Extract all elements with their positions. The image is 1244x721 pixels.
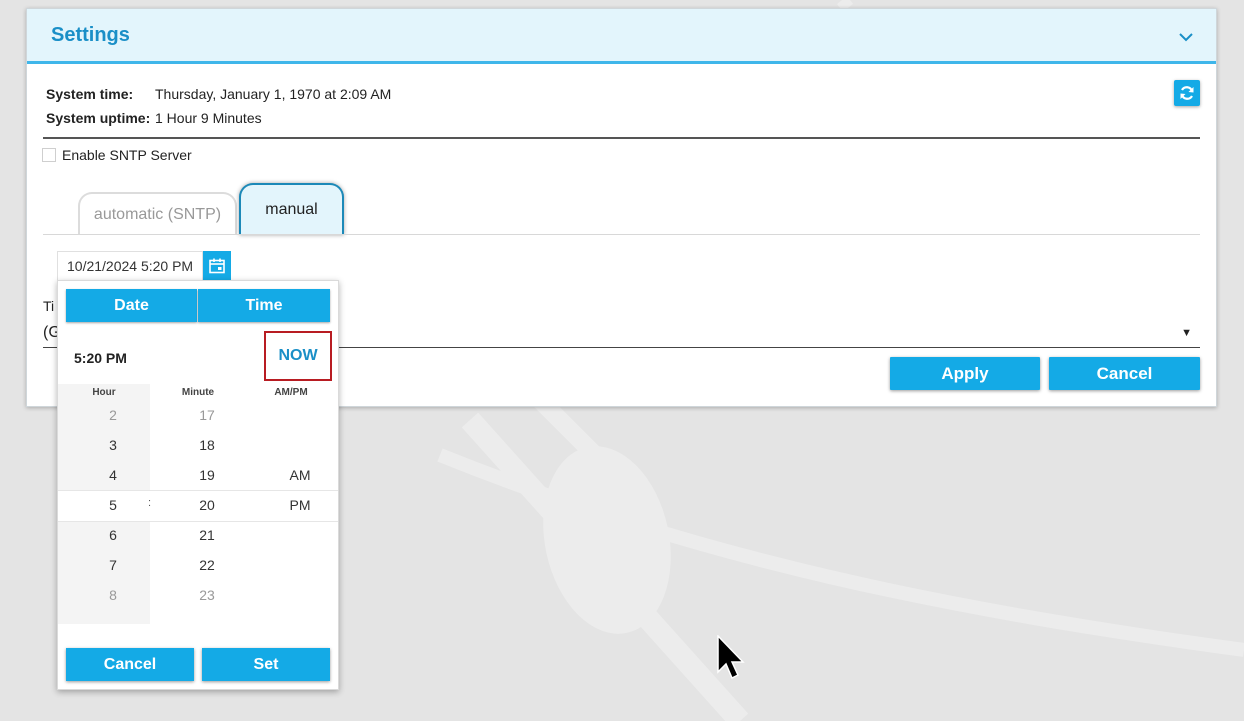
picker-cancel-button[interactable]: Cancel [66,648,194,681]
sntp-checkbox-label[interactable]: Enable SNTP Server [62,147,192,163]
cancel-button[interactable]: Cancel [1049,357,1200,390]
tabs-divider [43,234,1200,235]
refresh-icon [1180,86,1194,100]
system-time-value: Thursday, January 1, 1970 at 2:09 AM [155,86,392,102]
apply-button[interactable]: Apply [890,357,1040,390]
now-button[interactable]: NOW [264,331,332,381]
system-time-label: System time: [46,86,134,102]
picker-current-time: 5:20 PM [74,350,127,366]
picker-tab-date[interactable]: Date [66,289,197,322]
dropdown-arrow-icon: ▼ [1181,327,1192,339]
pm-option-selected[interactable]: PM [270,497,330,513]
minute-option[interactable]: 17 [177,407,237,423]
am-option[interactable]: AM [270,467,330,483]
tab-automatic-sntp[interactable]: automatic (SNTP) [78,192,237,235]
hour-option[interactable]: 7 [83,557,143,573]
hour-option[interactable]: 2 [83,407,143,423]
hour-option-selected[interactable]: 5 [83,497,143,513]
minute-option[interactable]: 23 [177,587,237,603]
minute-option[interactable]: 22 [177,557,237,573]
minute-option[interactable]: 19 [177,467,237,483]
system-uptime-value: 1 Hour 9 Minutes [155,110,262,126]
timezone-label: Ti [43,298,55,314]
minute-option-selected[interactable]: 20 [177,497,237,513]
picker-tab-time[interactable]: Time [198,289,330,322]
time-separator: : [148,497,152,509]
datetime-picker: Date Time 5:20 PM NOW : Hour Minute AM/P… [57,280,339,690]
minute-option[interactable]: 18 [177,437,237,453]
sntp-checkbox[interactable] [42,148,56,162]
refresh-button[interactable] [1174,80,1200,106]
hour-option[interactable]: 4 [83,467,143,483]
picker-set-button[interactable]: Set [202,648,330,681]
chevron-down-icon[interactable] [1178,30,1194,44]
hour-option[interactable]: 6 [83,527,143,543]
settings-header[interactable]: Settings [27,9,1216,64]
system-uptime-label: System uptime: [46,110,151,126]
hour-option[interactable]: 8 [83,587,143,603]
calendar-icon [209,258,225,274]
minute-column-header: Minute [181,387,215,398]
calendar-button[interactable] [203,251,231,281]
mouse-cursor-icon [717,635,745,679]
minute-option[interactable]: 21 [177,527,237,543]
tab-manual[interactable]: manual [239,183,344,235]
hour-option[interactable]: 3 [83,437,143,453]
panel-title: Settings [51,24,130,46]
hour-column-header: Hour [92,387,116,398]
divider [43,137,1200,139]
datetime-input[interactable]: 10/21/2024 5:20 PM [57,251,203,281]
ampm-column-header: AM/PM [274,387,308,398]
